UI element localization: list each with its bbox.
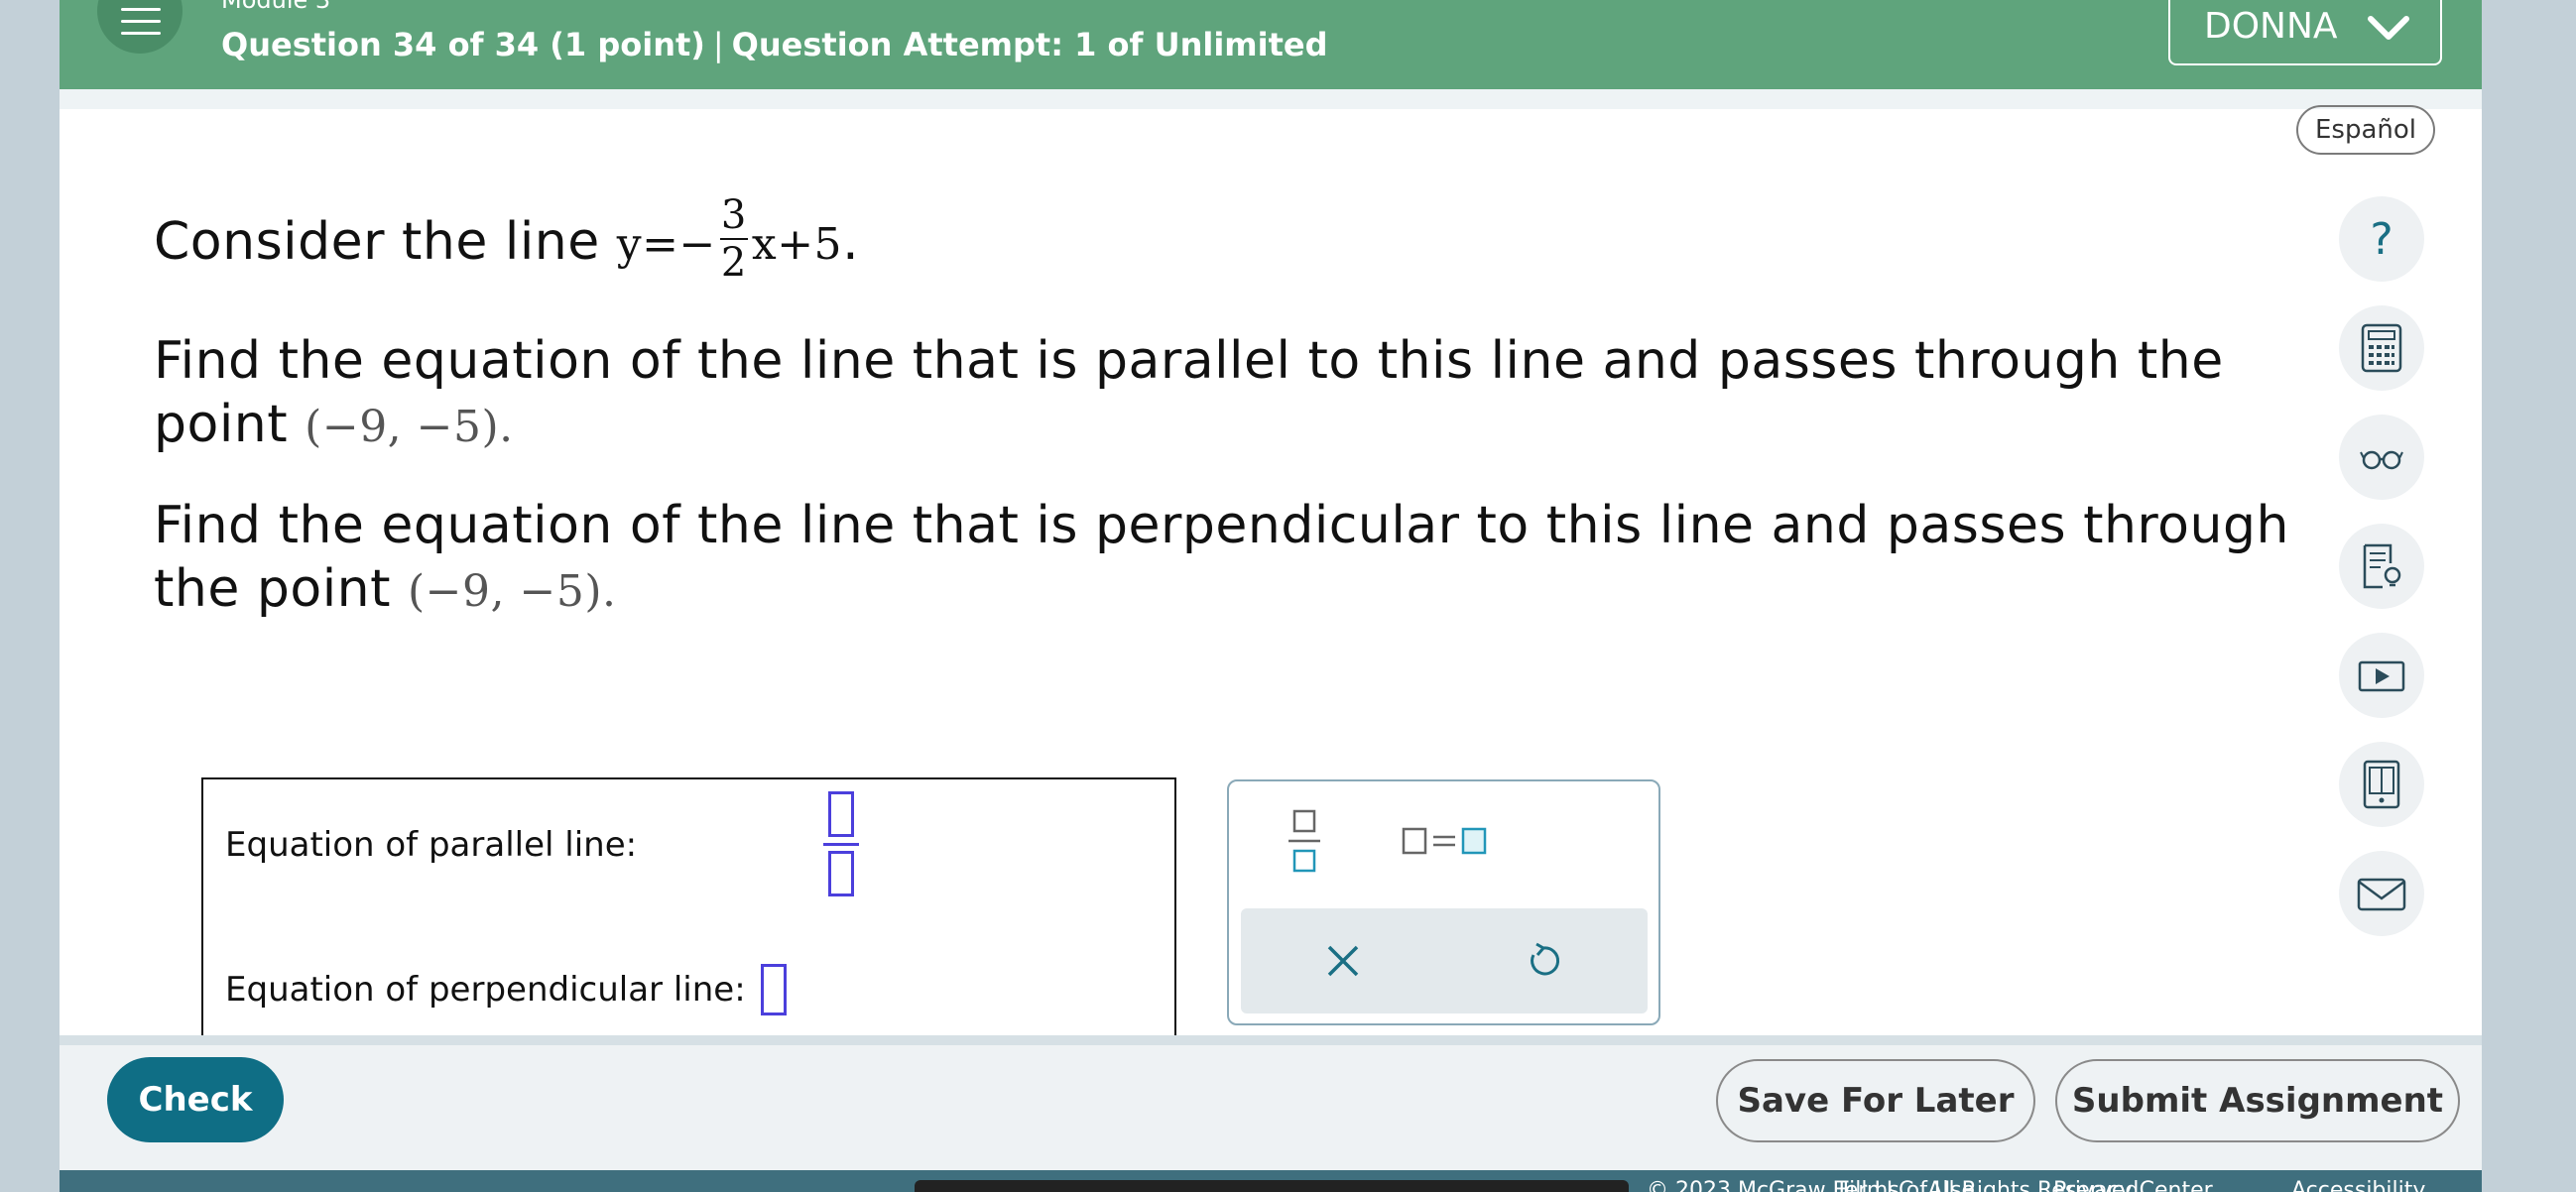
answer-box: Equation of parallel line: Equation of p…	[201, 777, 1176, 1075]
equation-template-button[interactable]	[1398, 823, 1497, 859]
equation-fraction: 32	[719, 192, 748, 286]
reader-button[interactable]	[2339, 415, 2424, 500]
message-button[interactable]	[2339, 851, 2424, 936]
parallel-numerator-input[interactable]	[828, 791, 854, 837]
question-attempt: Question Attempt: 1 of Unlimited	[731, 26, 1328, 63]
user-name: DONNA	[2204, 6, 2338, 47]
perpendicular-prompt-line-1: Find the equation of the line that is pe…	[154, 496, 2289, 555]
hint-button[interactable]	[2339, 524, 2424, 609]
calculator-button[interactable]	[2339, 305, 2424, 391]
question-intro: Consider the line	[154, 212, 617, 272]
math-palette	[1227, 779, 1660, 1025]
hamburger-icon-bar	[121, 20, 161, 23]
privacy-link[interactable]: Privacy Center	[2053, 1178, 2213, 1192]
perpendicular-answer-input[interactable]	[761, 964, 787, 1015]
terms-link[interactable]: Terms of Use	[1835, 1178, 1975, 1192]
fraction-denominator: 2	[720, 240, 747, 286]
fraction-numerator: 3	[720, 192, 747, 238]
submit-assignment-button[interactable]: Submit Assignment	[2055, 1059, 2460, 1142]
parallel-fraction-bar	[823, 843, 859, 846]
hint-icon	[2363, 543, 2401, 589]
parallel-denominator-input[interactable]	[828, 851, 854, 896]
palette-actions	[1241, 908, 1648, 1013]
close-icon	[1327, 945, 1359, 977]
video-button[interactable]	[2339, 633, 2424, 718]
ebook-icon	[2363, 760, 2400, 809]
check-button[interactable]: Check	[107, 1057, 284, 1142]
perpendicular-prompt-line-2: the point (−9, −5).	[154, 559, 617, 619]
undo-button[interactable]	[1521, 938, 1566, 984]
app-window: Module 3 Question 34 of 34 (1 point) | Que…	[60, 0, 2482, 1192]
save-for-later-button[interactable]: Save For Later	[1716, 1059, 2035, 1142]
chevron-down-icon	[2368, 16, 2409, 40]
help-icon: ?	[2370, 214, 2393, 265]
calculator-icon	[2361, 323, 2402, 373]
perpendicular-line-label: Equation of perpendicular line:	[225, 970, 746, 1010]
footer-bar: Check Save For Later Submit Assignment	[60, 1035, 2482, 1170]
parallel-line-label: Equation of parallel line:	[225, 825, 638, 865]
parallel-prompt-line-1: Find the equation of the line that is pa…	[154, 331, 2224, 391]
clear-button[interactable]	[1320, 938, 1366, 984]
accessibility-link[interactable]: Accessibility	[2291, 1178, 2425, 1192]
perpendicular-point: (−9, −5).	[408, 566, 617, 617]
parallel-prompt-line-2: point (−9, −5).	[154, 395, 514, 454]
fraction-template-button[interactable]	[1281, 807, 1328, 877]
parallel-prompt-text: point	[154, 395, 306, 454]
help-button[interactable]: ?	[2339, 196, 2424, 282]
hamburger-icon-bar	[121, 32, 161, 35]
undo-icon	[1531, 942, 1560, 976]
separator: |	[712, 26, 724, 63]
header-bar: Module 3 Question 34 of 34 (1 point) | Que…	[60, 0, 2482, 89]
perpendicular-prompt-text: the point	[154, 559, 409, 619]
question-number: Question 34 of 34 (1 point)	[221, 26, 705, 63]
equation-y: y=−	[616, 219, 716, 270]
mail-icon	[2357, 878, 2406, 911]
scrollbar-thumb[interactable]	[915, 1180, 1629, 1192]
question-info: Question 34 of 34 (1 point) | Question Att…	[221, 26, 1328, 63]
equation-template-icon	[1402, 827, 1487, 855]
question-line-equation: Consider the line y=− 3 2 x+5.	[154, 192, 860, 292]
ebook-button[interactable]	[2339, 742, 2424, 827]
fraction-template-icon	[1288, 809, 1320, 873]
module-title: Module 3	[221, 0, 331, 14]
parallel-point: (−9, −5).	[305, 402, 514, 452]
glasses-icon	[2360, 450, 2403, 470]
menu-button[interactable]	[97, 0, 183, 54]
video-icon	[2358, 660, 2405, 692]
header-divider	[60, 89, 2482, 109]
hamburger-icon	[121, 8, 161, 11]
user-menu-button[interactable]: DONNA	[2168, 0, 2442, 65]
equation-rest: x+5	[751, 219, 843, 270]
equation-period: .	[842, 212, 860, 272]
espanol-button[interactable]: Español	[2296, 105, 2435, 155]
